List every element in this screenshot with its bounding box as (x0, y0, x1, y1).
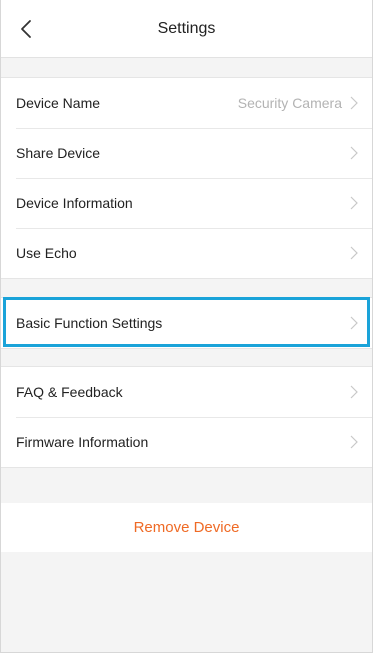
basic-function-group: Basic Function Settings (1, 297, 372, 349)
use-echo-label: Use Echo (16, 245, 77, 261)
device-name-label: Device Name (16, 95, 101, 111)
navigation-bar: Settings (1, 0, 372, 58)
settings-screen: Settings Device Name Security Camera Sha… (0, 0, 373, 653)
firmware-information-label: Firmware Information (16, 434, 149, 450)
use-echo-row[interactable]: Use Echo (1, 228, 372, 278)
chevron-right-icon (350, 385, 358, 399)
share-device-row[interactable]: Share Device (1, 128, 372, 178)
device-settings-group: Device Name Security Camera Share Device… (1, 77, 372, 279)
chevron-right-icon (350, 246, 358, 260)
device-information-row[interactable]: Device Information (1, 178, 372, 228)
chevron-right-icon (350, 316, 358, 330)
chevron-right-icon (350, 96, 358, 110)
chevron-right-icon (350, 435, 358, 449)
chevron-right-icon (350, 196, 358, 210)
device-information-label: Device Information (16, 195, 133, 211)
page-title: Settings (157, 20, 216, 37)
basic-function-settings-label: Basic Function Settings (16, 315, 163, 331)
faq-feedback-row[interactable]: FAQ & Feedback (1, 367, 372, 417)
device-name-row[interactable]: Device Name Security Camera (1, 78, 372, 128)
share-device-label: Share Device (16, 145, 101, 161)
faq-feedback-label: FAQ & Feedback (16, 384, 123, 400)
device-name-value: Security Camera (237, 95, 342, 111)
basic-function-settings-row[interactable]: Basic Function Settings (1, 298, 372, 348)
remove-device-button[interactable]: Remove Device (1, 503, 372, 552)
chevron-right-icon (350, 146, 358, 160)
support-group: FAQ & Feedback Firmware Information (1, 366, 372, 468)
firmware-information-row[interactable]: Firmware Information (1, 417, 372, 467)
